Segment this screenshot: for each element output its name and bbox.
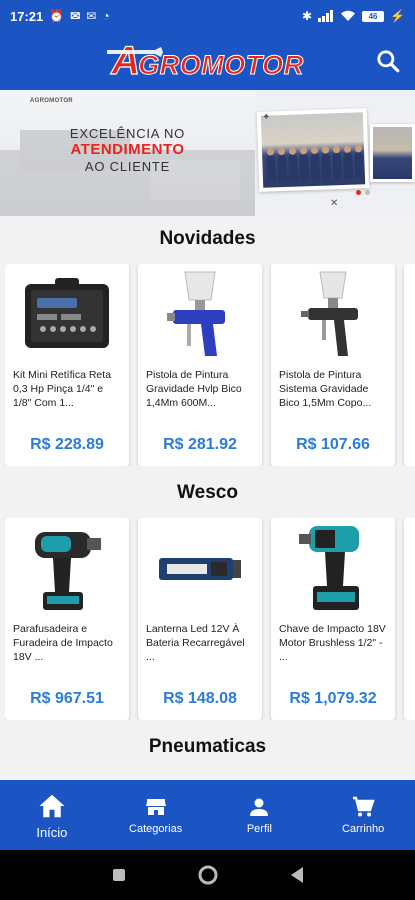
charging-icon: ⚡ — [390, 9, 405, 23]
status-time: 17:21 — [10, 8, 44, 24]
banner-line-2: ATENDIMENTO — [70, 141, 185, 158]
team-member-head — [277, 147, 286, 156]
product-card[interactable]: Pistola de Pintura Gravidade Hvlp Bico 1… — [138, 264, 262, 466]
bottom-navigation: Início Categorias Perfil Carrinho — [0, 780, 415, 850]
home-button-icon[interactable] — [197, 864, 219, 886]
product-price: R$ 281.92 — [163, 436, 237, 453]
carousel-dot — [356, 190, 361, 195]
product-name: Parafusadeira e Furadeira de Impacto 18V… — [13, 623, 113, 663]
product-card-partial[interactable] — [404, 264, 415, 466]
promo-banner[interactable]: AGROMOTOR EXCELÊNCIA NO ATENDIMENTO AO C… — [0, 90, 415, 216]
person-icon — [250, 798, 269, 816]
battery-level: 46 — [368, 11, 378, 21]
team-member — [332, 153, 343, 180]
banner-brand: AGROMOTOR — [30, 98, 73, 104]
team-member — [321, 153, 332, 180]
cart-icon — [353, 796, 375, 817]
product-price: R$ 228.89 — [30, 436, 104, 453]
signal-icon — [318, 10, 334, 22]
nav-label: Carrinho — [342, 823, 385, 835]
store-icon — [145, 799, 166, 815]
team-member-head — [310, 146, 319, 155]
product-price: R$ 1,079.32 — [289, 690, 377, 707]
nav-perfil[interactable]: Perfil — [208, 780, 312, 850]
back-icon[interactable] — [289, 866, 305, 884]
team-member-head — [288, 147, 297, 155]
product-card-partial[interactable] — [404, 518, 415, 720]
carousel-indicator — [356, 190, 370, 195]
wifi-icon — [341, 10, 356, 21]
banner-line-3: AO CLIENTE — [84, 159, 171, 174]
notification-icon: ✉ — [70, 9, 81, 23]
battery-icon: 46 — [362, 10, 385, 22]
nav-inicio[interactable]: Início — [0, 780, 104, 850]
recents-icon[interactable] — [111, 867, 127, 883]
team-member-head — [354, 145, 363, 153]
drill-image — [5, 518, 129, 618]
product-card[interactable]: Chave de Impacto 18V Motor Brushless 1/2… — [271, 518, 395, 720]
team-photo-small — [370, 124, 415, 182]
product-name: Kit Mini Retífica Reta 0,3 Hp Pinça 1/4"… — [13, 369, 112, 409]
section-title-wesco: Wesco — [177, 482, 238, 503]
product-row-wesco[interactable]: Parafusadeira e Furadeira de Impacto 18V… — [5, 518, 415, 720]
tool-case-image — [5, 264, 129, 364]
team-member — [266, 155, 277, 182]
nav-label: Início — [36, 824, 68, 840]
product-price: R$ 107.66 — [296, 436, 370, 453]
gmail-icon: ✉ — [86, 9, 97, 23]
team-member — [288, 154, 299, 181]
wrench-icon — [107, 47, 164, 57]
close-mark-icon: ✕ — [330, 198, 339, 209]
team-member-head — [332, 146, 341, 154]
search-icon[interactable] — [375, 48, 401, 74]
carousel-dot — [365, 190, 370, 195]
team-member — [310, 153, 321, 181]
product-card[interactable]: Kit Mini Retífica Reta 0,3 Hp Pinça 1/4"… — [5, 264, 129, 466]
team-member — [343, 152, 354, 179]
team-member-head — [299, 147, 308, 155]
sparkle-icon: ✦ — [262, 112, 271, 123]
product-name: Pistola de Pintura Gravidade Hvlp Bico 1… — [146, 369, 242, 409]
product-name: Pistola de Pintura Sistema Gravidade Bic… — [279, 369, 372, 409]
spray-gun-blue-image — [138, 264, 262, 364]
banner-line-1: EXCELÊNCIA NO — [69, 126, 186, 141]
bluetooth-icon: ✱ — [301, 9, 313, 23]
nav-categorias[interactable]: Categorias — [104, 780, 208, 850]
product-price: R$ 148.08 — [163, 690, 237, 707]
product-name: Chave de Impacto 18V Motor Brushless 1/2… — [279, 623, 386, 663]
team-member-head — [321, 146, 330, 154]
team-member — [354, 152, 365, 179]
nav-label: Perfil — [246, 823, 272, 835]
nav-label: Categorias — [129, 823, 183, 835]
product-price: R$ 967.51 — [30, 690, 104, 707]
agromotor-logo: A GROMOTOR — [107, 40, 304, 82]
section-title-pneumaticas: Pneumaticas — [148, 736, 267, 757]
nav-carrinho[interactable]: Carrinho — [311, 780, 415, 850]
team-member-head — [266, 148, 275, 156]
section-title-novidades: Novidades — [159, 228, 256, 249]
product-card[interactable]: Pistola de Pintura Sistema Gravidade Bic… — [271, 264, 395, 466]
product-card[interactable]: Lanterna Led 12V À Bateria Recarregável … — [138, 518, 262, 720]
alarm-icon: ⏰ — [49, 9, 65, 23]
team-member — [299, 154, 310, 181]
product-name: Lanterna Led 12V À Bateria Recarregável … — [146, 623, 245, 663]
flashlight-image — [138, 518, 262, 618]
team-member — [277, 154, 288, 182]
home-icon — [39, 794, 65, 817]
impact-wrench-image — [271, 518, 395, 618]
spray-gun-black-image — [271, 264, 395, 364]
team-member-head — [343, 145, 352, 153]
status-bar: 17:21 ⏰ ✉ ✉ ◔ ✱ 46 ⚡ — [0, 0, 415, 32]
team-photo — [256, 108, 370, 192]
app-header: A GROMOTOR — [0, 32, 415, 90]
system-navigation-bar — [0, 850, 415, 900]
network-icon: ◔ — [102, 9, 110, 23]
product-card[interactable]: Parafusadeira e Furadeira de Impacto 18V… — [5, 518, 129, 720]
product-row-novidades[interactable]: Kit Mini Retífica Reta 0,3 Hp Pinça 1/4"… — [5, 264, 415, 466]
